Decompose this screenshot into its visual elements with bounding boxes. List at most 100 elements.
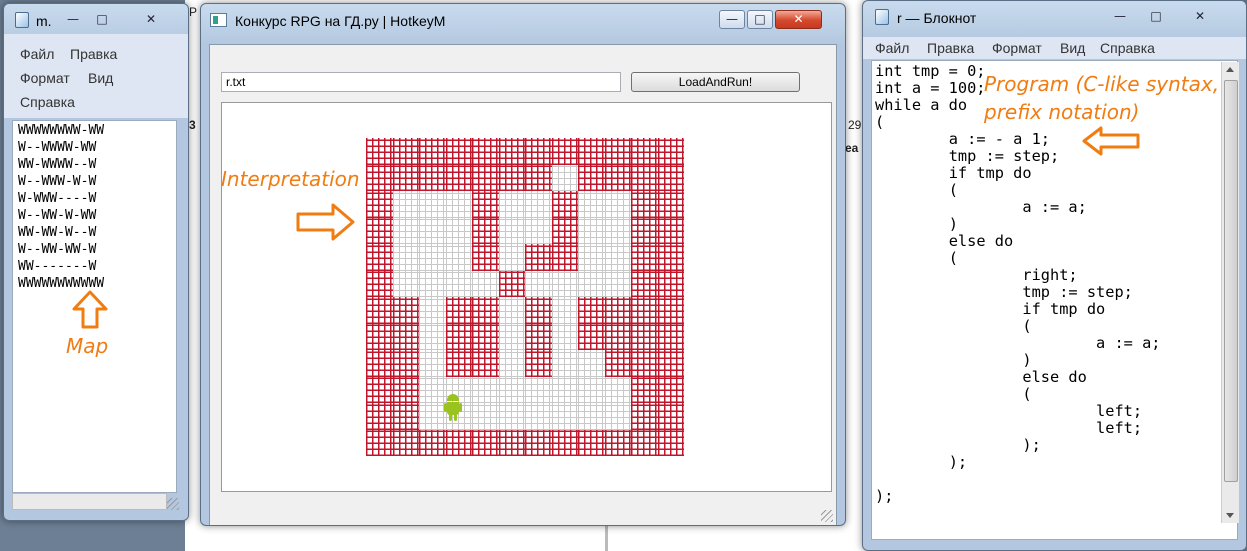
maze-wall-cell xyxy=(631,138,658,165)
main-window-title: Конкурс RPG на ГД.ру | HotkeyM xyxy=(235,13,446,29)
menu-help[interactable]: Справка xyxy=(1100,40,1155,56)
maze-wall-cell xyxy=(419,164,446,191)
maze-floor-cell xyxy=(551,376,578,403)
maze-wall-cell xyxy=(631,164,658,191)
maze-wall-cell xyxy=(392,350,419,377)
maze-wall-cell xyxy=(657,138,684,165)
maze-floor-cell xyxy=(578,244,605,271)
maze-wall-cell xyxy=(525,138,552,165)
maze-floor-cell xyxy=(472,403,499,430)
maze-wall-cell xyxy=(631,350,658,377)
maximize-button[interactable]: □ xyxy=(91,10,113,29)
map-line: W--WWW-W-W xyxy=(18,174,97,189)
menu-view[interactable]: Вид xyxy=(1060,40,1085,56)
map-annotation: Map xyxy=(66,334,109,358)
map-line: WW-WW-W--W xyxy=(18,225,97,240)
close-button[interactable]: ✕ xyxy=(1189,7,1211,26)
scrollbar-thumb[interactable] xyxy=(1224,80,1238,482)
maze-wall-cell xyxy=(657,323,684,350)
maze-wall-cell xyxy=(445,350,472,377)
background-text: 29 xyxy=(848,118,862,132)
maze-floor-cell xyxy=(604,244,631,271)
map-line: W-WWW----W xyxy=(18,191,97,206)
menu-edit[interactable]: Правка xyxy=(927,40,974,56)
maze-wall-cell xyxy=(578,138,605,165)
maze-wall-cell xyxy=(366,138,393,165)
maze-floor-cell xyxy=(525,270,552,297)
maze-wall-cell xyxy=(366,297,393,324)
maze-wall-cell xyxy=(392,138,419,165)
maze-wall-cell xyxy=(631,429,658,456)
menu-edit[interactable]: Правка xyxy=(70,46,117,62)
maze-wall-cell xyxy=(498,138,525,165)
program-text-area[interactable]: int tmp = 0; int a = 100; while a do ( a… xyxy=(871,60,1239,540)
map-line: WW-------W xyxy=(18,259,97,274)
menu-format[interactable]: Формат xyxy=(20,70,70,86)
maze-floor-cell xyxy=(445,244,472,271)
maze-floor-cell xyxy=(445,217,472,244)
maze-floor-cell xyxy=(551,297,578,324)
map-window-titlebar[interactable]: m. — □ ✕ xyxy=(4,4,188,34)
app-window-icon xyxy=(210,13,227,27)
maze-wall-cell xyxy=(366,217,393,244)
maze-floor-cell xyxy=(498,350,525,377)
maximize-button[interactable]: □ xyxy=(747,10,773,29)
close-button[interactable]: ✕ xyxy=(775,10,822,29)
menu-file[interactable]: Файл xyxy=(875,40,909,56)
scroll-down-icon[interactable] xyxy=(1226,513,1234,518)
maze-floor-cell xyxy=(551,270,578,297)
maze-floor-cell xyxy=(578,270,605,297)
rpg-contest-window: Конкурс RPG на ГД.ру | HotkeyM — □ ✕ r.t… xyxy=(200,3,846,526)
resize-grip-icon[interactable] xyxy=(167,498,179,510)
maze-wall-cell xyxy=(366,323,393,350)
maze-floor-cell xyxy=(445,191,472,218)
file-path-input[interactable]: r.txt xyxy=(221,72,621,92)
maze-wall-cell xyxy=(419,138,446,165)
horizontal-scrollbar[interactable] xyxy=(12,493,167,510)
maze-wall-cell xyxy=(472,297,499,324)
resize-grip-icon[interactable] xyxy=(821,510,833,522)
maze-floor-cell xyxy=(551,350,578,377)
background-text: 3 xyxy=(189,118,196,132)
maze-floor-cell xyxy=(472,270,499,297)
maximize-button[interactable]: □ xyxy=(1145,7,1167,26)
menu-help[interactable]: Справка xyxy=(20,94,75,110)
menu-file[interactable]: Файл xyxy=(20,46,54,62)
maze-floor-cell xyxy=(498,403,525,430)
notepad-titlebar[interactable]: r — Блокнот — □ ✕ xyxy=(863,1,1246,31)
menu-view[interactable]: Вид xyxy=(88,70,113,86)
maze-canvas xyxy=(221,102,832,492)
background-text: ea xyxy=(845,141,859,155)
maze-wall-cell xyxy=(366,164,393,191)
maze-wall-cell xyxy=(472,164,499,191)
close-button[interactable]: ✕ xyxy=(140,10,162,29)
maze-wall-cell xyxy=(498,429,525,456)
vertical-scrollbar[interactable] xyxy=(1221,62,1239,523)
maze-floor-cell xyxy=(578,350,605,377)
maze-wall-cell xyxy=(525,297,552,324)
load-and-run-button[interactable]: LoadAndRun! xyxy=(631,72,800,92)
maze-wall-cell xyxy=(366,350,393,377)
minimize-button[interactable]: — xyxy=(62,10,84,29)
maze-wall-cell xyxy=(604,323,631,350)
maze-floor-cell xyxy=(578,376,605,403)
maze-floor-cell xyxy=(392,244,419,271)
menu-format[interactable]: Формат xyxy=(992,40,1042,56)
minimize-button[interactable]: — xyxy=(1109,7,1131,26)
maze-grid xyxy=(366,138,684,456)
program-annotation-line2: prefix notation) xyxy=(984,100,1140,124)
maze-wall-cell xyxy=(498,270,525,297)
maze-floor-cell xyxy=(604,270,631,297)
maze-wall-cell xyxy=(657,350,684,377)
maze-wall-cell xyxy=(578,164,605,191)
maze-floor-cell xyxy=(498,376,525,403)
maze-wall-cell xyxy=(657,191,684,218)
map-line: W--WW-W-WW xyxy=(18,208,97,223)
main-window-titlebar[interactable]: Конкурс RPG на ГД.ру | HotkeyM — □ ✕ xyxy=(201,4,845,34)
notepad-app-icon xyxy=(875,9,889,25)
maze-floor-cell xyxy=(498,217,525,244)
maze-wall-cell xyxy=(366,191,393,218)
scroll-up-icon[interactable] xyxy=(1226,67,1234,72)
minimize-button[interactable]: — xyxy=(719,10,745,29)
notepad-window-title: r — Блокнот xyxy=(897,10,977,26)
